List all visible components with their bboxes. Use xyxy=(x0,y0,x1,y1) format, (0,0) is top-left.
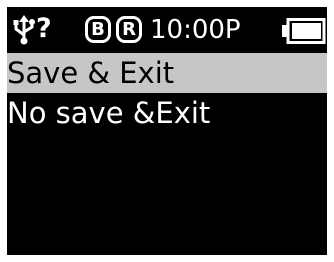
menu-item-label: No save &Exit xyxy=(7,96,211,130)
status-bar: ? B R 10:00P xyxy=(7,7,327,53)
menu-item-no-save-exit[interactable]: No save &Exit xyxy=(7,93,327,133)
menu-item-label: Save & Exit xyxy=(7,56,175,90)
menu-list: Save & Exit No save &Exit xyxy=(7,53,327,133)
badge-r: R xyxy=(116,16,142,43)
menu-item-save-exit[interactable]: Save & Exit xyxy=(7,53,327,93)
device-screen: ? B R 10:00P Save & Exit No save &Exit xyxy=(7,7,327,255)
badge-b: B xyxy=(85,16,111,43)
clock: 10:00P xyxy=(150,15,241,45)
usb-icon xyxy=(13,15,35,45)
unknown-status-glyph: ? xyxy=(36,13,52,44)
battery-icon xyxy=(282,18,326,44)
